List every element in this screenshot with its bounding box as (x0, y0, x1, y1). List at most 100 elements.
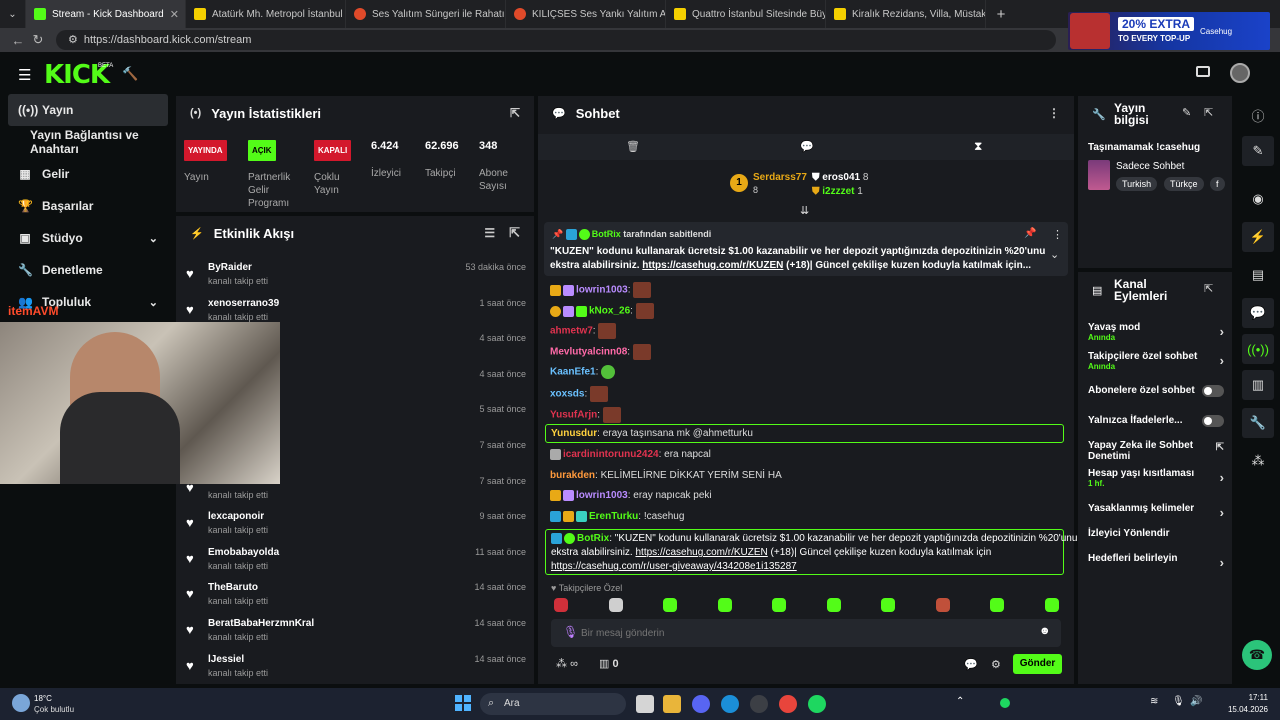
toggle-switch[interactable] (1202, 415, 1224, 427)
weather-temp[interactable]: 18°C (34, 694, 52, 703)
emote-icon[interactable] (772, 598, 786, 612)
wifi-icon[interactable]: ≋ (1150, 696, 1158, 707)
browser-tab-1[interactable]: Atatürk Mh. Metropol İstanbul Kira✕ (186, 0, 346, 28)
lightning-icon[interactable]: ⚡ (1242, 222, 1274, 252)
activity-row[interactable]: ♥ Emobabayolda kanalı takip etti 11 saat ön… (186, 545, 526, 581)
channel-action-item[interactable]: Takipçilere özel sohbet Anında › (1088, 351, 1224, 371)
support-icon[interactable]: ☎ (1242, 640, 1272, 670)
chat-username[interactable]: kNox_26 (589, 306, 630, 317)
chat-message[interactable]: Mevlutyalcinn08: (550, 344, 651, 360)
emote-icon[interactable] (990, 598, 1004, 612)
chat-username[interactable]: Yunusdur (551, 428, 597, 439)
activity-user[interactable]: Emobabayolda (208, 547, 279, 558)
channel-action-item[interactable]: Hesap yaşı kısıtlaması 1 hf. › (1088, 468, 1224, 488)
collapse-icon[interactable]: ⇊ (800, 204, 809, 217)
spotify-icon[interactable] (808, 695, 826, 713)
chat-message[interactable]: KaanEfe1: (550, 365, 616, 379)
emoji-icon[interactable]: ☻ (1039, 625, 1051, 637)
chat-username[interactable]: xoxsds (550, 389, 584, 400)
emote-icon[interactable] (881, 598, 895, 612)
unpin-icon[interactable]: 📌 (1024, 228, 1036, 239)
chat-message[interactable]: YusufArjn: (550, 407, 621, 423)
chat-message[interactable]: icardinintorunu2424: era napcal (550, 449, 711, 460)
activity-user[interactable]: ByRaider (208, 262, 252, 273)
emote-icon[interactable] (663, 598, 677, 612)
activity-user[interactable]: lJessiel (208, 654, 244, 665)
chat-username[interactable]: KaanEfe1 (550, 367, 596, 378)
reload-icon[interactable]: ↻ (28, 32, 48, 48)
chat-username[interactable]: Mevlutyalcinn08 (550, 347, 627, 358)
browser-tab-3[interactable]: KILIÇSES Ses Yankı Yalıtım Akustik✕ (506, 0, 666, 28)
channel-action-item[interactable]: Yavaş mod Anında › (1088, 322, 1224, 342)
chat-message[interactable]: kNox_26: (550, 303, 654, 319)
back-arrow-icon[interactable]: ← (8, 33, 28, 48)
browser-tab-0[interactable]: Stream - Kick Dashboard ✕ (26, 0, 186, 28)
sidebar-item-basarilar[interactable]: 🏆 Başarılar (0, 190, 172, 222)
taskbar-date[interactable]: 15.04.2026 (1222, 705, 1268, 714)
chat-username[interactable]: ahmetw7 (550, 326, 593, 337)
giveaway-link[interactable]: https://casehug.com/r/user-giveaway/4342… (551, 561, 797, 572)
activity-row[interactable]: ♥ ByRaider kanalı takip etti 53 dakika önce (186, 260, 526, 296)
store-icon[interactable]: ▥ 0 (599, 657, 619, 670)
toggle-switch[interactable] (1202, 385, 1224, 397)
url-field[interactable]: ⚙ https://dashboard.kick.com/stream (56, 30, 1056, 50)
chat-message[interactable]: ErenTurku: !casehug (550, 511, 684, 522)
activity-user[interactable]: BeratBabaHerzmnKral (208, 618, 314, 629)
chat-username[interactable]: YusufArjn (550, 410, 597, 421)
popout-icon[interactable]: ⇱ (510, 106, 520, 120)
activity-row[interactable]: ♥ lexcaponoir kanalı takip etti 9 saat önce (186, 509, 526, 545)
chevron-down-icon[interactable]: ⌄ (1050, 248, 1059, 261)
moderation-icon[interactable]: ▥ (1242, 370, 1274, 400)
chat-message[interactable]: lowrin1003: eray napıcak peki (550, 490, 712, 501)
activity-user[interactable]: lexcaponoir (208, 511, 264, 522)
hamburger-menu-icon[interactable]: ☰ (18, 66, 31, 84)
leader-name[interactable]: Serdarss77 (753, 172, 807, 183)
channel-action-item[interactable]: İzleyici Yönlendir (1088, 528, 1224, 539)
chat-username[interactable]: lowrin1003 (576, 285, 628, 296)
sidebar-item-studyo[interactable]: ▣ Stüdyo ⌄ (0, 222, 172, 254)
channel-action-item[interactable]: Yapay Zeka ile Sohbet Denetimi ⇱ (1088, 440, 1224, 462)
edge-icon[interactable] (721, 695, 739, 713)
microphone-icon[interactable]: 🎙 (563, 625, 578, 639)
chrome-icon[interactable] (779, 695, 797, 713)
close-icon[interactable]: ✕ (164, 8, 179, 21)
chevron-up-icon[interactable]: ⌃ (956, 696, 964, 707)
ad-banner[interactable]: 20% EXTRA TO EVERY TOP-UP Casehug (1068, 12, 1270, 50)
activity-user[interactable]: xenoserrano39 (208, 298, 279, 309)
new-tab-button[interactable]: + (986, 6, 1016, 23)
obs-icon[interactable] (750, 695, 768, 713)
windows-start-icon[interactable] (455, 695, 471, 711)
emote-icon[interactable] (717, 598, 732, 612)
browser-tab-5[interactable]: Kiralık Rezidans, Villa, Müstakil Ev✕ (826, 0, 986, 28)
video-icon[interactable] (1196, 66, 1210, 77)
activity-user[interactable]: TheBaruto (208, 582, 258, 593)
avatar[interactable] (1230, 63, 1250, 83)
activity-row[interactable]: ♥ TheBaruto kanalı takip etti 14 saat önce (186, 580, 526, 616)
leader-name[interactable]: ⛊ i2zzzet 1 (812, 186, 863, 197)
chat-message[interactable]: lowrin1003: (550, 282, 652, 298)
activity-row[interactable]: ♥ BeratBabaHerzmnKral kanalı takip etti 14 … (186, 616, 526, 652)
chat-message[interactable]: xoxsds: (550, 386, 609, 402)
chat-message[interactable]: ahmetw7: (550, 323, 617, 339)
emote-icon[interactable] (608, 598, 623, 612)
trash-icon[interactable]: 🗑 (626, 140, 640, 153)
more-vertical-icon[interactable]: ⋮ (1048, 106, 1060, 120)
chat-message[interactable]: burakden: KELİMELİRNE DİKKAT YERİM SENİ … (550, 470, 782, 481)
chat-username[interactable]: lowrin1003 (576, 490, 628, 501)
chat-username[interactable]: burakden (550, 470, 595, 481)
taskbar-clock[interactable]: 17:11 (1228, 693, 1268, 702)
task-view-icon[interactable] (636, 695, 654, 713)
points-icon[interactable]: ⁂ ∞ (556, 657, 578, 670)
emote-icon[interactable] (935, 598, 950, 612)
emote-icon[interactable] (1044, 598, 1059, 612)
activity-row[interactable]: ♥ lJessiel kanalı takip etti 14 saat önce (186, 652, 526, 688)
hammer-icon[interactable]: 🔨 (122, 66, 138, 82)
pinned-link[interactable]: https://casehug.com/r/KUZEN (642, 260, 783, 271)
edit-pencil-icon[interactable]: ✎ (1242, 136, 1274, 166)
chat-username[interactable]: ErenTurku (589, 511, 638, 522)
sidebar-item-gelir[interactable]: ▦ Gelir (0, 158, 172, 190)
chat-message-bot[interactable]: BotRix: "KUZEN" kodunu kullanarak ücrets… (545, 529, 1077, 575)
document-icon[interactable]: ▤ (1242, 260, 1274, 290)
channel-action-item[interactable]: Yasaklanmış kelimeler › (1088, 503, 1224, 520)
send-button[interactable]: Gönder (1013, 654, 1062, 674)
